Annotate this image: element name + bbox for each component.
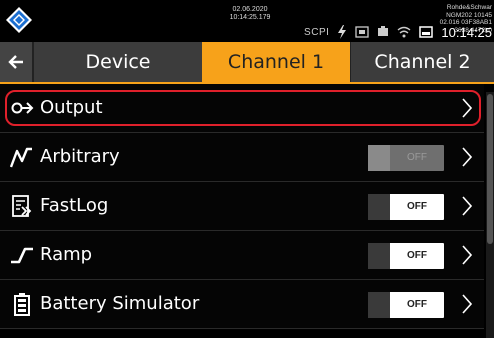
menu-item-output[interactable]: Output xyxy=(0,84,484,133)
battery-icon xyxy=(14,293,30,316)
toggle-knob xyxy=(368,145,390,171)
fastlog-icon xyxy=(12,195,32,217)
toggle-state: OFF xyxy=(407,299,427,310)
clock: 10:14:25 xyxy=(441,24,492,40)
menu-item-fastlog[interactable]: FastLog OFF xyxy=(0,182,484,231)
timestamp-time: 10:14:25.179 xyxy=(229,14,271,21)
device-info-line: Rohde&Schwar xyxy=(446,4,492,11)
timestamp-date: 02.06.2020 xyxy=(232,6,268,13)
toggle-state: OFF xyxy=(407,250,427,261)
battery-simulator-toggle[interactable]: OFF xyxy=(368,292,444,318)
toggle-state: OFF xyxy=(407,201,427,212)
chevron-right-icon xyxy=(462,294,472,314)
remote-lightning-icon xyxy=(338,25,347,39)
menu-item-label: Output xyxy=(40,97,103,118)
device-info-line: NGM202 10145 xyxy=(446,11,492,19)
toggle-state: OFF xyxy=(407,152,427,163)
menu-scrollbar[interactable] xyxy=(486,92,494,338)
arbitrary-toggle[interactable]: OFF xyxy=(368,145,444,171)
chevron-right-icon xyxy=(462,245,472,265)
chevron-right-icon xyxy=(462,196,472,216)
menu-item-label: Battery Simulator xyxy=(40,293,200,314)
toggle-knob xyxy=(368,194,390,220)
ramp-toggle[interactable]: OFF xyxy=(368,243,444,269)
rohde-schwarz-logo-icon xyxy=(6,7,32,33)
menu-item-battery-simulator[interactable]: Battery Simulator OFF xyxy=(0,280,484,329)
lan-icon xyxy=(378,26,389,36)
status-bar: 02.06.2020 10:14:25.179 Rohde&Schwar NGM… xyxy=(0,0,494,42)
scrollbar-thumb[interactable] xyxy=(487,94,493,244)
chevron-right-icon xyxy=(462,98,472,118)
output-arrow-icon xyxy=(11,102,34,114)
tab-channel-1[interactable]: Channel 1 xyxy=(202,42,350,82)
chevron-right-icon xyxy=(462,147,472,167)
tab-bar: Device Channel 1 Channel 2 xyxy=(0,42,494,82)
arrow-left-icon xyxy=(8,55,23,69)
ramp-icon xyxy=(11,247,33,264)
status-indicators: SCPI 10:14:25 xyxy=(304,24,492,40)
fastlog-toggle[interactable]: OFF xyxy=(368,194,444,220)
tab-device[interactable]: Device xyxy=(34,42,202,82)
menu-item-label: Ramp xyxy=(40,244,93,265)
timestamp: 02.06.2020 10:14:25.179 xyxy=(200,6,300,22)
toggle-knob xyxy=(368,243,390,269)
back-button[interactable] xyxy=(0,42,34,82)
tab-channel-2[interactable]: Channel 2 xyxy=(350,42,494,82)
arbitrary-wave-icon xyxy=(10,147,32,168)
usb-device-icon xyxy=(355,26,370,38)
menu-item-label: FastLog xyxy=(40,195,109,216)
menu-item-label: Arbitrary xyxy=(40,146,120,167)
toggle-knob xyxy=(368,292,390,318)
channel-menu: Output Arbitrary OFF FastLog OFF Ramp OF… xyxy=(0,84,484,329)
menu-item-ramp[interactable]: Ramp OFF xyxy=(0,231,484,280)
scpi-indicator: SCPI xyxy=(304,26,330,38)
display-icon xyxy=(419,26,434,38)
menu-item-arbitrary[interactable]: Arbitrary OFF xyxy=(0,133,484,182)
wifi-icon xyxy=(397,26,411,38)
